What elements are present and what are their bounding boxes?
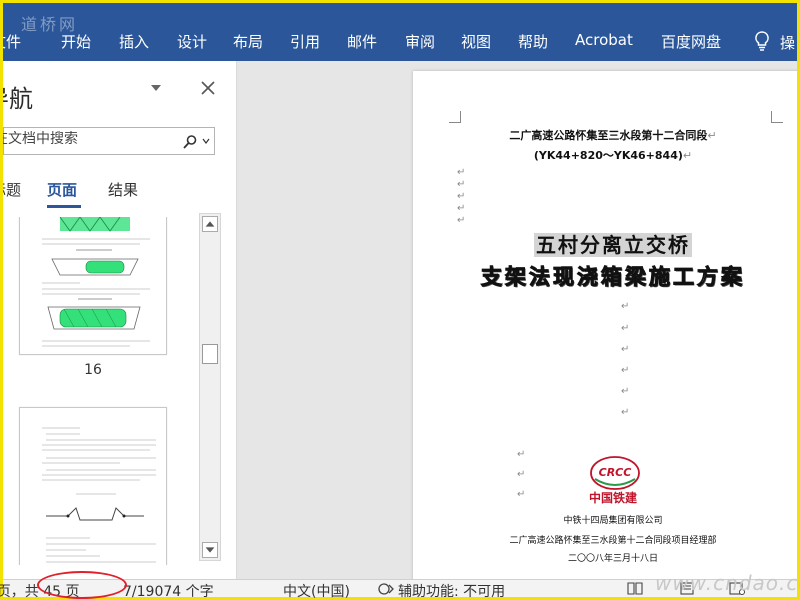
paragraph-mark: ↵ [621,344,630,355]
paragraph-mark: ↵ [457,203,466,214]
nav-search-box [3,127,215,155]
page-thumbnails: 16 [3,217,199,565]
svg-text:CRCC: CRCC [599,466,632,479]
page-thumbnail-content [42,217,150,347]
tab-results[interactable]: 结果 [108,179,138,200]
company-name: 中铁十四局集团有限公司 [563,516,663,526]
chevron-down-icon[interactable] [149,83,163,93]
ribbon-tab[interactable]: 开始 [61,31,91,52]
paragraph-mark: ↵ [457,167,466,178]
nav-pane-title: 导航 [3,85,33,113]
ribbon-tab[interactable]: 帮助 [518,31,548,52]
page-thumbnail[interactable] [19,217,167,355]
paragraph-mark: ↵ [517,469,526,480]
paragraph-mark: ↵ [621,301,630,312]
status-language[interactable]: 中文(中国) [283,581,350,600]
search-input[interactable] [3,131,164,147]
ribbon-tab[interactable]: 文件 [3,31,21,52]
ribbon-tab[interactable]: 插入 [119,31,149,52]
ribbon-tab[interactable]: Acrobat [575,31,633,49]
crcc-logo: CRCC [590,456,640,490]
lightbulb-icon[interactable] [753,30,771,52]
paragraph-mark: ↵ [517,449,526,460]
ribbon-tab[interactable]: 布局 [233,31,263,52]
tab-pages[interactable]: 页面 [47,179,77,200]
annotation-circle [37,571,127,599]
paragraph-mark: ↵ [621,407,630,418]
paragraph-mark: ↵ [457,191,466,202]
nav-tabs: 标题 页面 结果 [3,179,236,209]
ribbon-tab[interactable]: 邮件 [347,31,377,52]
project-department: 二广高速公路怀集至三水段第十二合同段项目经理部 [509,536,717,546]
paragraph-mark: ↵ [621,386,630,397]
ribbon-tab[interactable]: 百度网盘 [661,31,721,52]
status-accessibility[interactable]: 辅助功能: 不可用 [398,581,505,600]
paragraph-mark: ↵ [457,215,466,226]
ribbon-tab[interactable]: 视图 [461,31,491,52]
crop-mark [771,111,783,123]
tab-headings[interactable]: 标题 [3,179,21,200]
chevron-down-icon[interactable] [202,138,210,144]
paragraph-mark: ↵ [621,323,630,334]
document-title: 五村分离立交桥 [534,233,692,257]
company-logo-name: 中国铁建 [588,491,637,505]
paragraph-mark: ↵ [621,365,630,376]
paragraph-mark: ↵ [457,179,466,190]
read-mode-icon[interactable] [627,582,643,595]
document-subtitle: 支架法现浇箱梁施工方案 [481,265,745,290]
ribbon-tab[interactable]: 审阅 [405,31,435,52]
thumbnail-page-number: 16 [84,362,102,378]
status-word-count[interactable]: 7/19074 个字 [123,581,214,600]
page-thumbnail[interactable] [19,407,167,565]
document-area: 二广高速公路怀集至三水段第十二合同段↵ (YK44+820～YK46+844)↵… [237,61,797,579]
scroll-down-arrow-icon[interactable] [202,542,218,558]
page-thumbnail-content [42,427,156,563]
close-icon[interactable] [201,81,215,95]
document-page[interactable]: 二广高速公路怀集至三水段第十二合同段↵ (YK44+820～YK46+844)↵… [413,71,797,579]
document-date: 二〇〇八年三月十八日 [567,554,658,564]
ribbon: 道桥网 文件开始插入设计布局引用邮件审阅视图帮助Acrobat百度网盘 操 [3,3,797,61]
active-tab-indicator [47,205,81,208]
document-header-line: 二广高速公路怀集至三水段第十二合同段↵ [509,129,717,142]
scroll-up-arrow-icon[interactable] [202,216,218,232]
crop-mark [449,111,461,123]
accessibility-icon[interactable] [377,581,395,597]
navigation-pane: 导航 标题 页面 结果 [3,61,237,579]
watermark-text: www.cndao.com [655,571,800,595]
tell-me-search[interactable]: 操 [780,32,795,53]
document-header-line: (YK44+820～YK46+844)↵ [533,149,693,162]
scroll-thumb[interactable] [202,344,218,364]
ribbon-tab[interactable]: 设计 [177,31,207,52]
search-icon[interactable] [182,134,198,150]
ribbon-tab[interactable]: 引用 [290,31,320,52]
thumbnail-scrollbar[interactable] [199,213,221,561]
